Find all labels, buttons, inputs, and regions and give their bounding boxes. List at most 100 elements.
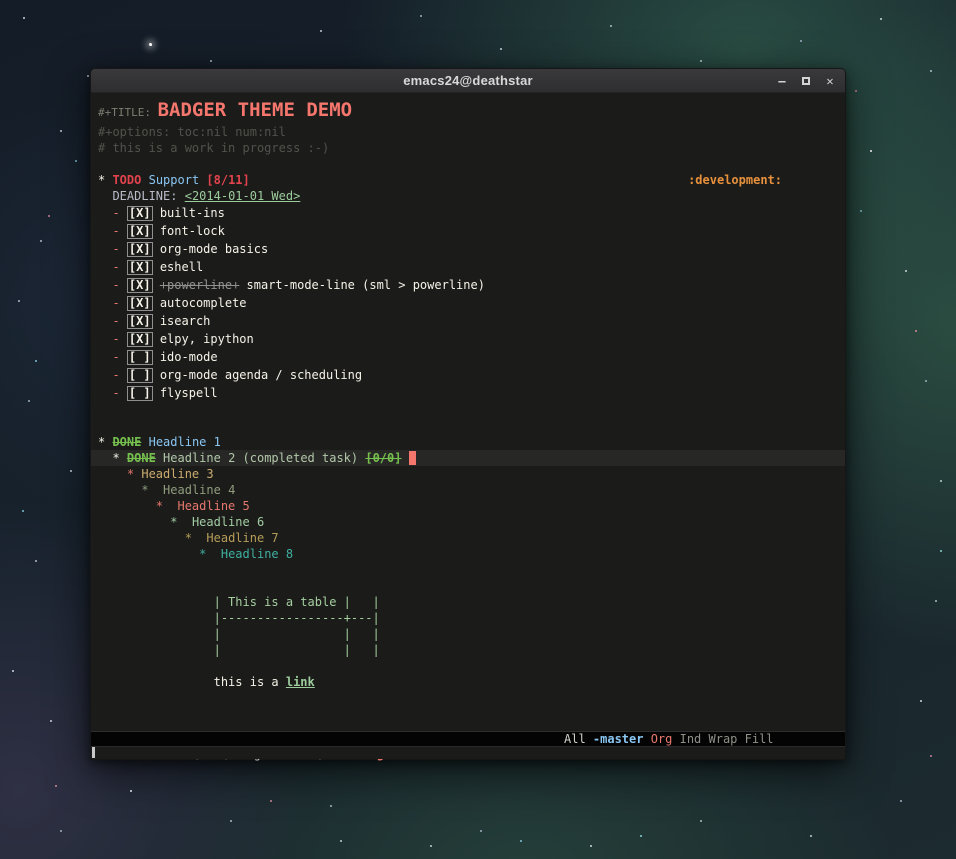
ml-ml-all: All [564, 732, 593, 746]
seg-fg [401, 451, 408, 465]
buffer-line[interactable]: - [X] built-ins [91, 204, 845, 222]
seg-donestat: [0/0] [365, 451, 402, 465]
mode-line[interactable]: 21:42 x ~/dev/badger-theme/demo.orgAll -… [91, 731, 845, 761]
seg-fg: ido-mode [152, 350, 218, 364]
text-cursor [408, 450, 416, 465]
seg-fg [98, 531, 185, 545]
seg-fg [98, 260, 112, 274]
org-checkbox: [X] [126, 260, 153, 275]
buffer-line[interactable]: - [X] eshell [91, 258, 845, 276]
buffer-line[interactable]: | | | [91, 642, 845, 658]
seg-dash: - [112, 386, 127, 400]
org-date-link[interactable]: <2014-01-01 Wed> [185, 189, 301, 203]
resize-grip[interactable] [92, 747, 95, 758]
seg-dash: - [112, 332, 127, 346]
buffer-line[interactable] [91, 418, 845, 434]
buffer-line[interactable]: | This is a table | | [91, 594, 845, 610]
seg-fg: elpy, ipython [152, 332, 254, 346]
buffer-line[interactable]: - [ ] ido-mode [91, 348, 845, 366]
buffer-line[interactable]: * Headline 5 [91, 498, 845, 514]
buffer-line[interactable]: # this is a work in progress :-) [91, 140, 845, 156]
seg-fg [156, 451, 163, 465]
buffer-line[interactable]: - [X] font-lock [91, 222, 845, 240]
seg-fg [98, 643, 214, 657]
seg-fg [98, 595, 214, 609]
seg-fg: font-lock [152, 224, 225, 238]
buffer-line[interactable]: - [X] isearch [91, 312, 845, 330]
seg-fg [98, 368, 112, 382]
buffer-line[interactable]: |-----------------+---| [91, 610, 845, 626]
org-checkbox: [X] [126, 206, 153, 221]
seg-meta: #+TITLE: [98, 106, 158, 119]
seg-fg [98, 314, 112, 328]
org-link[interactable]: link [286, 675, 315, 689]
buffer-line[interactable]: * Headline 3 [91, 466, 845, 482]
seg-fg [98, 350, 112, 364]
buffer-line[interactable]: - [X] autocomplete [91, 294, 845, 312]
buffer-line[interactable]: #+options: toc:nil num:nil [91, 124, 845, 140]
buffer-line[interactable]: - [ ] org-mode agenda / scheduling [91, 366, 845, 384]
ml-ml-dim: Ind Wrap Fill [679, 732, 774, 746]
seg-fg [98, 547, 199, 561]
org-checkbox: [ ] [126, 368, 153, 383]
seg-done: DONE [112, 435, 142, 449]
seg-hl2: Headline 2 (completed task) [163, 451, 359, 465]
seg-table: | | | [213, 643, 380, 657]
minimize-button[interactable]: – [775, 73, 789, 89]
maximize-button[interactable] [799, 73, 813, 89]
buffer-line[interactable]: * Headline 4 [91, 482, 845, 498]
buffer-line[interactable]: this is a link [91, 674, 845, 690]
buffer-line[interactable]: * DONE Headline 2 (completed task) [0/0] [91, 450, 845, 466]
seg-doctitle: BADGER THEME DEMO [157, 99, 353, 121]
buffer-line[interactable]: - [X] org-mode basics [91, 240, 845, 258]
seg-fg [98, 483, 141, 497]
buffer-line[interactable] [91, 658, 845, 674]
seg-special: DEADLINE: [112, 189, 178, 203]
seg-fg [141, 435, 148, 449]
seg-fg [98, 515, 170, 529]
seg-done: DONE [126, 451, 156, 465]
close-button[interactable]: ✕ [823, 73, 837, 89]
seg-dash: - [112, 260, 127, 274]
buffer-line[interactable]: - [X] elpy, ipython [91, 330, 845, 348]
buffer-line[interactable]: * TODO Support [8/11]:development: [91, 172, 845, 188]
buffer-line[interactable]: DEADLINE: <2014-01-01 Wed> [91, 188, 845, 204]
editor-buffer[interactable]: #+TITLE: BADGER THEME DEMO #+options: toc… [91, 93, 845, 731]
seg-hl1: Headline 1 [148, 435, 221, 449]
buffer-line[interactable] [91, 402, 845, 418]
org-checkbox: [ ] [126, 350, 153, 365]
seg-fg [98, 278, 112, 292]
org-checkbox: [X] [126, 296, 153, 311]
seg-hl5: * [126, 467, 142, 481]
buffer-line[interactable] [91, 156, 845, 172]
seg-todo: TODO [112, 173, 142, 187]
seg-hl6: * [170, 515, 192, 529]
modeline-right: All -master Org Ind Wrap Fill [564, 732, 774, 747]
bright-star [149, 43, 152, 46]
buffer-line[interactable]: * Headline 7 [91, 530, 845, 546]
seg-hl7: Headline 7 [206, 531, 279, 545]
seg-fg [141, 173, 148, 187]
seg-fg [98, 611, 214, 625]
seg-fg [153, 278, 160, 292]
buffer-line[interactable]: * Headline 6 [91, 514, 845, 530]
seg-fg: autocomplete [152, 296, 247, 310]
org-tag: :development: [688, 173, 782, 187]
titlebar[interactable]: emacs24@deathstar – ✕ [91, 69, 845, 93]
buffer-line[interactable]: #+TITLE: BADGER THEME DEMO [91, 97, 845, 124]
buffer-line[interactable]: | | | [91, 626, 845, 642]
buffer-line[interactable]: - [X] +powerline+ smart-mode-line (sml >… [91, 276, 845, 294]
seg-fg: * [98, 173, 113, 187]
buffer-line[interactable] [91, 578, 845, 594]
seg-fg [98, 296, 112, 310]
buffer-line[interactable]: * DONE Headline 1 [91, 434, 845, 450]
seg-table: | This is a table | | [213, 595, 380, 609]
seg-hl6: Headline 6 [191, 515, 265, 529]
org-checkbox: [X] [126, 332, 153, 347]
buffer-line[interactable]: - [ ] flyspell [91, 384, 845, 402]
seg-fg [177, 189, 184, 203]
buffer-line[interactable] [91, 562, 845, 578]
echo-area[interactable] [91, 747, 845, 759]
emacs-window: emacs24@deathstar – ✕ #+TITLE: BADGER TH… [90, 68, 846, 761]
buffer-line[interactable]: * Headline 8 [91, 546, 845, 562]
